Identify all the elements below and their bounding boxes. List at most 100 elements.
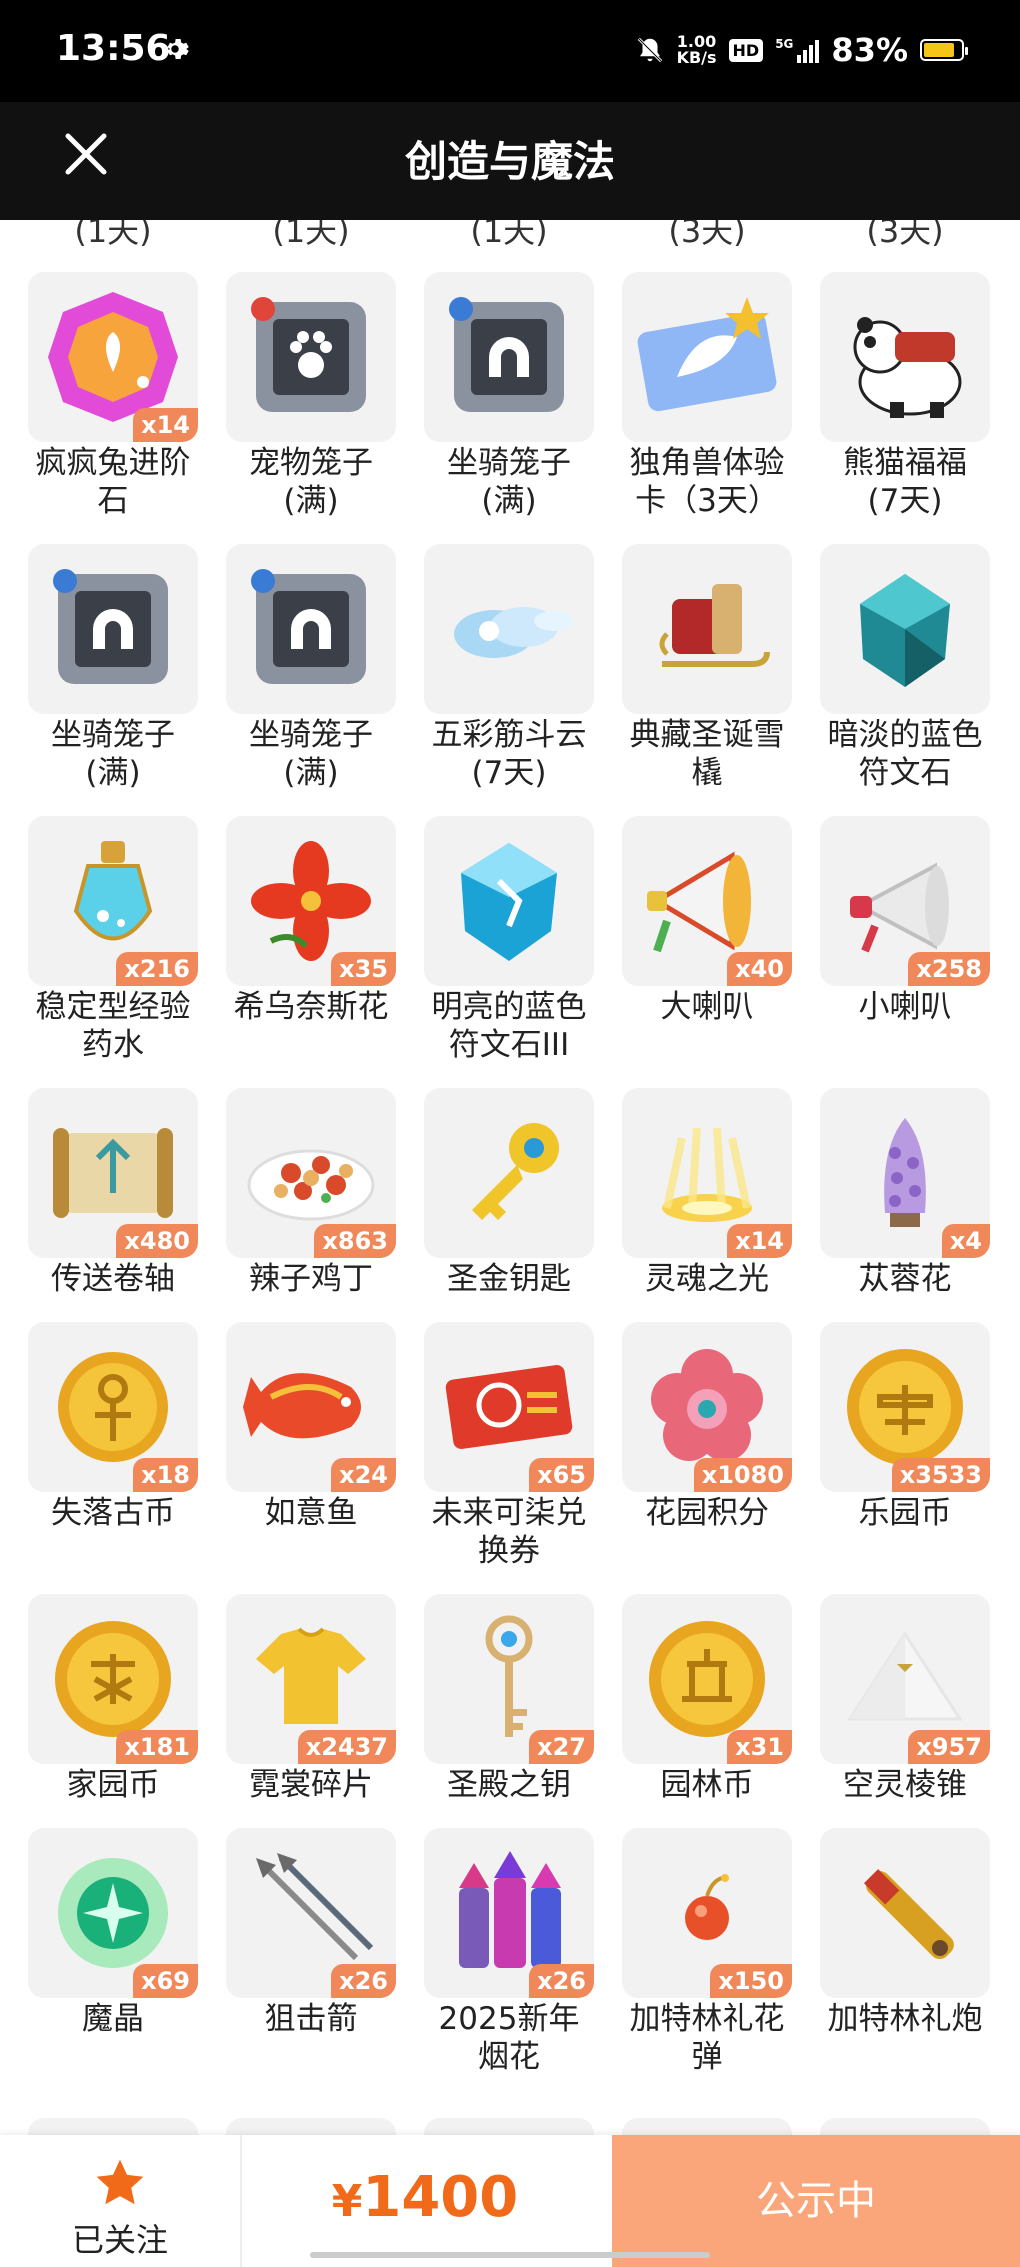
rabbit-gem-icon (48, 292, 178, 422)
list-item[interactable]: x480 传送卷轴 (28, 1088, 198, 1348)
list-item[interactable]: x863 辣子鸡丁 (226, 1088, 396, 1348)
item-name: 苁蓉花 (858, 1261, 952, 1297)
list-item[interactable]: x2437 霓裳碎片 (226, 1594, 396, 1854)
item-name: 坐骑笼子 (满) (51, 717, 175, 791)
list-item[interactable]: 坐骑笼子 (满) (226, 544, 396, 804)
item-name: 家园币 (66, 1767, 160, 1803)
list-item[interactable]: x14 疯疯兔进阶 石 (28, 272, 198, 532)
mount-cage-icon (53, 569, 168, 684)
item-tile: x26 (226, 1828, 396, 1998)
list-item[interactable]: x1080 花园积分 (622, 1322, 792, 1582)
item-name: 大喇叭 (660, 989, 754, 1025)
network-speed: 1.00 KB/s (677, 34, 717, 66)
list-item[interactable]: x150 加特林礼花 弹 (622, 1828, 792, 2088)
item-name: 空灵棱锥 (843, 1767, 967, 1803)
list-item[interactable]: x26 2025新年 烟花 (424, 1828, 594, 2088)
home-coin-icon (55, 1621, 171, 1737)
home-indicator[interactable] (310, 2252, 710, 2258)
list-item[interactable]: x65 未来可柒兑 换券 (424, 1322, 594, 1582)
quantity-badge: x26 (529, 1964, 594, 1998)
follow-button[interactable]: 已关注 (0, 2135, 240, 2267)
sleigh-icon (659, 584, 770, 667)
follow-label: 已关注 (71, 2221, 168, 2259)
list-item[interactable]: x181 家园币 (28, 1594, 198, 1854)
item-tile (424, 1088, 594, 1258)
unicorn-card-icon (637, 297, 777, 412)
item-name: 灵魂之光 (645, 1261, 769, 1297)
red-flower-icon (251, 841, 371, 961)
item-tile: x3533 (820, 1322, 990, 1492)
quantity-badge: x216 (116, 952, 198, 986)
item-tile (28, 544, 198, 714)
partial-label: (3天) (668, 220, 746, 250)
item-tile: x69 (28, 1828, 198, 1998)
item-tile: x480 (28, 1088, 198, 1258)
list-item[interactable]: 坐骑笼子 (满) (424, 272, 594, 532)
list-item[interactable]: 圣金钥匙 (424, 1088, 594, 1348)
list-item[interactable]: x18 失落古币 (28, 1322, 198, 1582)
item-name: 传送卷轴 (51, 1261, 175, 1297)
potion-icon (73, 841, 153, 941)
list-item[interactable]: 坐骑笼子 (满) (28, 544, 198, 804)
mount-cage-icon (449, 297, 564, 412)
speed-unit: KB/s (676, 48, 717, 67)
quantity-badge: x258 (908, 952, 990, 986)
list-item[interactable]: x957 空灵棱锥 (820, 1594, 990, 1854)
item-tile: x181 (28, 1594, 198, 1764)
status-icons: 1.00 KB/s HD 5G 83% (635, 28, 968, 72)
list-item[interactable]: x40 大喇叭 (622, 816, 792, 1076)
item-tile: x150 (622, 1828, 792, 1998)
list-item[interactable]: 明亮的蓝色 符文石III (424, 816, 594, 1076)
list-item[interactable]: x258 小喇叭 (820, 816, 990, 1076)
item-name: 加特林礼花 弹 (629, 2001, 785, 2075)
quantity-badge: x69 (133, 1964, 198, 1998)
fireworks-icon (459, 1851, 561, 1968)
list-item[interactable]: 宠物笼子 (满) (226, 272, 396, 532)
item-tile: x957 (820, 1594, 990, 1764)
list-item[interactable]: 熊猫福福 (7天) (820, 272, 990, 532)
list-item[interactable]: 加特林礼炮 (820, 1828, 990, 2088)
cloud-icon (454, 607, 574, 658)
list-item[interactable]: x26 狙击箭 (226, 1828, 396, 2088)
list-item[interactable]: x69 魔晶 (28, 1828, 198, 2088)
item-tile: x27 (424, 1594, 594, 1764)
list-item[interactable]: 暗淡的蓝色 符文石 (820, 544, 990, 804)
quantity-badge: x14 (727, 1224, 792, 1258)
list-item[interactable]: x216 稳定型经验 药水 (28, 816, 198, 1076)
item-name: 园林币 (660, 1767, 754, 1803)
list-item[interactable]: x14 灵魂之光 (622, 1088, 792, 1348)
item-tile: x14 (622, 1088, 792, 1258)
list-item[interactable]: x27 圣殿之钥 (424, 1594, 594, 1854)
shirt-fragment-icon (256, 1627, 366, 1724)
coupon-icon (445, 1365, 573, 1449)
list-item[interactable]: 五彩筋斗云 (7天) (424, 544, 594, 804)
list-item[interactable]: x31 园林币 (622, 1594, 792, 1854)
item-name: 2025新年 烟花 (438, 2001, 580, 2075)
status-button[interactable]: 公示中 (612, 2135, 1020, 2267)
firework-shell-icon (685, 1874, 729, 1940)
item-tile: x31 (622, 1594, 792, 1764)
item-tile: x40 (622, 816, 792, 986)
purple-flower-icon (884, 1118, 926, 1227)
list-item[interactable]: x24 如意鱼 (226, 1322, 396, 1582)
list-item[interactable]: 典藏圣诞雪 橇 (622, 544, 792, 804)
panda-icon (853, 317, 962, 418)
list-item[interactable]: 独角兽体验 卡（3天） (622, 272, 792, 532)
status-bar: 13:56 1.00 KB/s HD 5G 83% (0, 0, 1020, 102)
list-item[interactable]: x35 希乌奈斯花 (226, 816, 396, 1076)
quantity-badge: x480 (116, 1224, 198, 1258)
partial-label: (1天) (74, 220, 152, 250)
item-name: 坐骑笼子 (满) (249, 717, 373, 791)
item-tile: x26 (424, 1828, 594, 1998)
list-item[interactable]: x3533 乐园币 (820, 1322, 990, 1582)
quantity-badge: x4 (941, 1224, 990, 1258)
item-tile (820, 544, 990, 714)
item-name: 加特林礼炮 (827, 2001, 983, 2037)
item-name: 稳定型经验 药水 (35, 989, 191, 1063)
partial-row: (1天) (1天) (1天) (3天) (3天) (0, 220, 1020, 250)
item-name: 霓裳碎片 (249, 1767, 373, 1803)
item-list[interactable]: (1天) (1天) (1天) (3天) (3天) x14 疯疯兔进阶 石宠物笼子 … (0, 220, 1020, 2135)
temple-key-icon (485, 1615, 533, 1737)
item-name: 如意鱼 (264, 1495, 358, 1531)
list-item[interactable]: x4 苁蓉花 (820, 1088, 990, 1348)
